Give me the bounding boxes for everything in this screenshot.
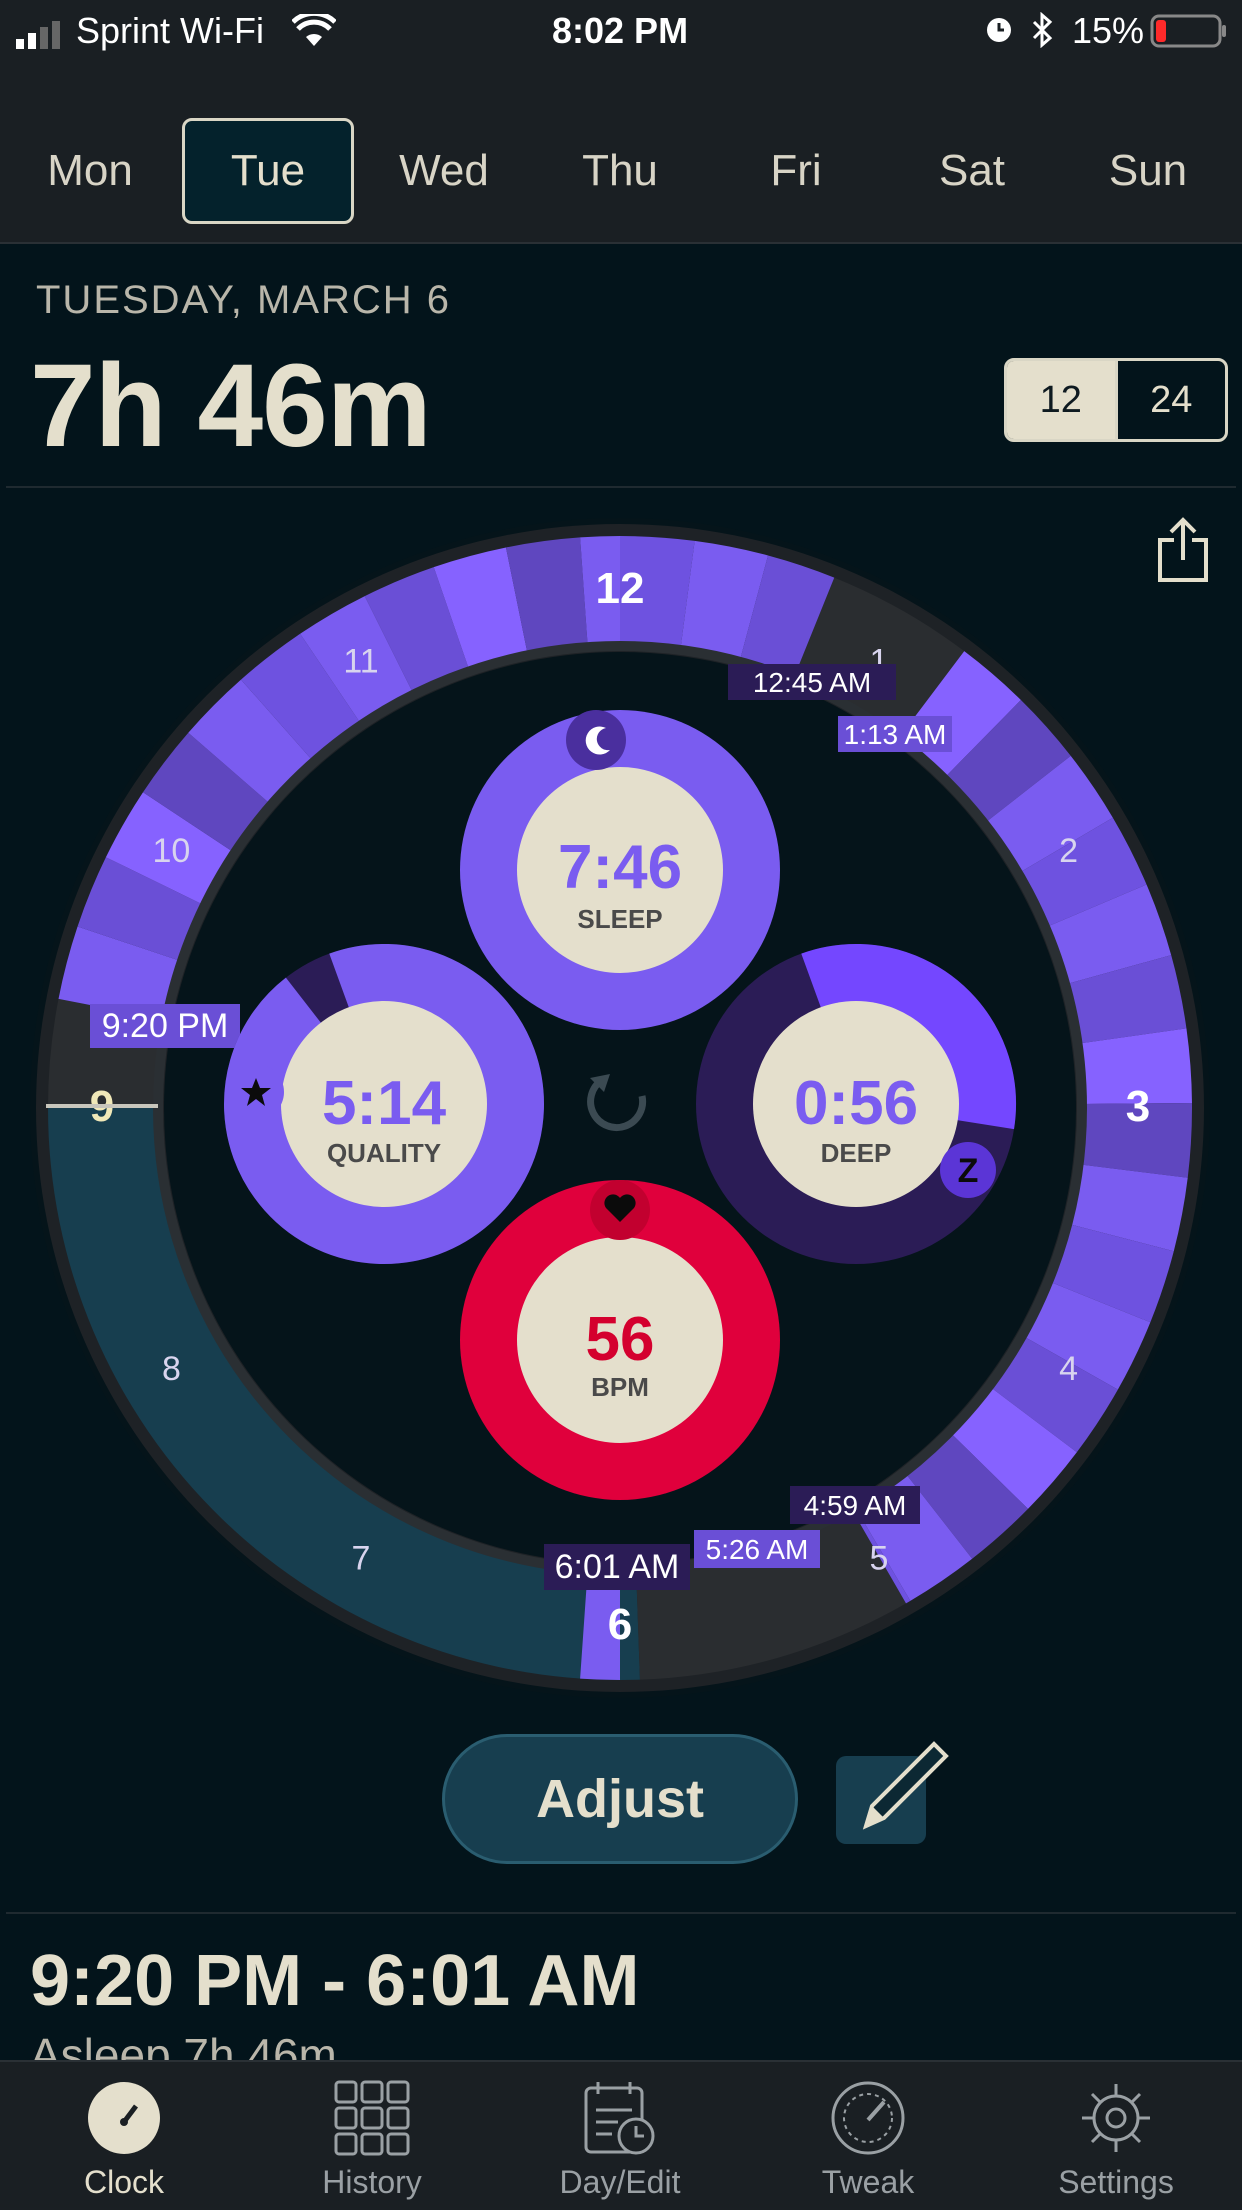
tab-bar: Clock History Day/Edit Tweak Settings xyxy=(0,2060,1242,2210)
svg-text:4:59 AM: 4:59 AM xyxy=(804,1490,907,1521)
pencil-icon[interactable] xyxy=(836,1741,949,1844)
day-tab-mon[interactable]: Mon xyxy=(4,118,176,224)
calendar-clock-icon xyxy=(584,2082,655,2155)
tab-label: Clock xyxy=(83,2164,164,2200)
hour-label-5: 5 xyxy=(870,1540,889,1578)
hour-label-12: 12 xyxy=(596,564,645,613)
heart-icon xyxy=(590,1180,650,1240)
time-tag-bedtime[interactable]: 9:20 PM xyxy=(90,1004,240,1048)
sleep-clock-dial: 121234567891011 9:20 PM 12:45 AM 1:13 AM… xyxy=(30,518,1210,1698)
gear-icon xyxy=(1082,2084,1150,2152)
divider xyxy=(6,1912,1236,1914)
hour-label-7: 7 xyxy=(352,1540,371,1578)
divider xyxy=(6,486,1236,488)
grid-icon xyxy=(334,2080,410,2156)
tab-clock[interactable]: Clock xyxy=(24,2080,224,2201)
svg-text:12:45 AM: 12:45 AM xyxy=(753,667,871,698)
format-24-option[interactable]: 24 xyxy=(1114,361,1226,439)
svg-text:Z: Z xyxy=(958,1152,979,1190)
day-tab-sun[interactable]: Sun xyxy=(1062,118,1234,224)
tab-label: Day/Edit xyxy=(559,2164,681,2200)
hour-label-6: 6 xyxy=(608,1600,632,1649)
bluetooth-icon xyxy=(1030,11,1056,57)
heart-label: BPM xyxy=(591,1372,649,1402)
signal-icon xyxy=(16,16,68,58)
hour-label-2: 2 xyxy=(1059,832,1078,870)
day-tab-wed[interactable]: Wed xyxy=(358,118,530,224)
carrier-label: Sprint Wi-Fi xyxy=(76,10,264,51)
hour-label-10: 10 xyxy=(152,832,190,870)
hour-label-8: 8 xyxy=(162,1350,181,1388)
time-tag-t1: 12:45 AM xyxy=(728,664,896,700)
svg-text:1:13 AM: 1:13 AM xyxy=(844,719,947,750)
deep-value: 0:56 xyxy=(794,1069,918,1138)
star-icon xyxy=(228,1064,284,1120)
tab-history[interactable]: History xyxy=(272,2080,472,2201)
tab-label: Settings xyxy=(1058,2164,1174,2200)
day-selector: Mon Tue Wed Thu Fri Sat Sun xyxy=(0,62,1242,244)
svg-text:6:01 AM: 6:01 AM xyxy=(555,1548,680,1586)
tab-tweak[interactable]: Tweak xyxy=(768,2080,968,2201)
tab-label: Tweak xyxy=(821,2164,915,2200)
day-tab-thu[interactable]: Thu xyxy=(534,118,706,224)
hour-label-3: 3 xyxy=(1126,1082,1150,1131)
svg-text:9:20 PM: 9:20 PM xyxy=(102,1007,229,1045)
moon-icon xyxy=(566,710,626,770)
time-tag-t2: 1:13 AM xyxy=(838,716,952,752)
quality-value: 5:14 xyxy=(322,1069,447,1138)
day-tab-tue[interactable]: Tue xyxy=(182,118,354,224)
tab-settings[interactable]: Settings xyxy=(1016,2080,1216,2201)
sleep-value: 7:46 xyxy=(558,833,682,902)
gauge-icon xyxy=(831,2081,905,2155)
clock-time: 8:02 PM xyxy=(552,10,689,51)
heart-bubble[interactable]: 56 BPM xyxy=(460,1180,780,1500)
day-tab-sat[interactable]: Sat xyxy=(886,118,1058,224)
hour-label-4: 4 xyxy=(1059,1350,1078,1388)
svg-text:5:26 AM: 5:26 AM xyxy=(706,1534,809,1565)
time-tag-wake[interactable]: 6:01 AM xyxy=(544,1544,690,1590)
sleep-duration: 7h 46m xyxy=(30,340,432,472)
alarm-icon xyxy=(982,12,1016,55)
tab-label: History xyxy=(322,2164,422,2200)
battery-percent: 15% xyxy=(1072,10,1145,51)
hour-label-11: 11 xyxy=(343,642,378,680)
time-tag-t4: 5:26 AM xyxy=(694,1530,820,1568)
deep-label: DEEP xyxy=(821,1138,892,1168)
sleep-range: 9:20 PM - 6:01 AM xyxy=(30,1941,640,2021)
z-icon: Z xyxy=(940,1142,996,1198)
format-12-option[interactable]: 12 xyxy=(1007,361,1115,439)
hour-format-toggle: 12 24 xyxy=(1004,358,1228,442)
clock-icon xyxy=(88,2082,160,2154)
sleep-label: SLEEP xyxy=(577,904,662,934)
day-tab-fri[interactable]: Fri xyxy=(710,118,882,224)
wifi-icon xyxy=(291,10,337,57)
quality-label: QUALITY xyxy=(327,1138,441,1168)
adjust-button[interactable]: Adjust xyxy=(442,1734,798,1864)
time-tag-t3: 4:59 AM xyxy=(790,1486,920,1524)
tab-day-edit[interactable]: Day/Edit xyxy=(520,2080,720,2201)
heart-value: 56 xyxy=(586,1305,655,1374)
date-label: TUESDAY, MARCH 6 xyxy=(36,278,452,322)
battery-icon xyxy=(1150,14,1228,57)
status-bar: Sprint Wi-Fi 8:02 PM 15% xyxy=(0,0,1242,62)
sleep-bubble[interactable]: 7:46 SLEEP xyxy=(460,710,780,1030)
